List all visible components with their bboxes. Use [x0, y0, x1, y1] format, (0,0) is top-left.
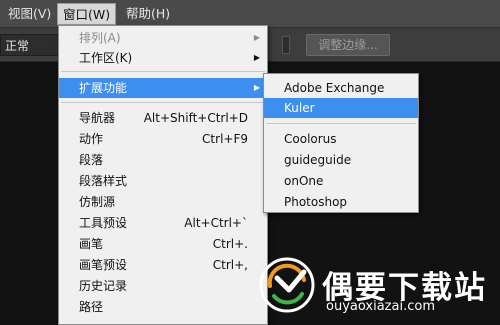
menu-separator	[61, 102, 265, 103]
menu-item-label: 段落样式	[79, 174, 128, 188]
ext-item-coolorus[interactable]: Coolorus	[264, 129, 418, 149]
extensions-submenu: Adobe Exchange Kuler Coolorus guideguide…	[263, 73, 419, 213]
menu-item-paragraph[interactable]: 段落	[59, 150, 267, 170]
menu-item-tool-presets[interactable]: 工具预设 Alt+Ctrl+`	[59, 213, 267, 233]
menu-separator	[266, 123, 416, 124]
menu-view[interactable]: 视图(V)	[3, 3, 56, 25]
menu-item-label: 动作	[79, 132, 104, 146]
menu-item-paths[interactable]: 路径	[59, 297, 267, 317]
menu-item-shortcut: Ctrl+,	[212, 258, 248, 272]
menu-item-label: Kuler	[284, 101, 315, 115]
menu-item-label: 画笔预设	[79, 258, 128, 272]
menu-item-navigator[interactable]: 导航器 Alt+Shift+Ctrl+D	[59, 108, 267, 128]
menu-separator	[61, 71, 265, 72]
menu-item-label: 路径	[79, 300, 104, 314]
menu-item-actions[interactable]: 动作 Ctrl+F9	[59, 129, 267, 149]
menu-bar: 视图(V) 窗口(W) 帮助(H)	[0, 0, 500, 28]
menu-item-workspace[interactable]: 工作区(K) ▶	[59, 48, 267, 68]
menu-item-shortcut: Alt+Ctrl+`	[184, 216, 248, 230]
menu-item-label: 导航器	[79, 111, 116, 125]
menu-item-clone-source[interactable]: 仿制源	[59, 192, 267, 212]
menu-item-brush[interactable]: 画笔 Ctrl+.	[59, 234, 267, 254]
menu-item-shortcut: Ctrl+.	[212, 237, 248, 251]
menu-item-label: 历史记录	[79, 279, 128, 293]
menu-item-label: Photoshop	[284, 195, 348, 209]
menu-item-label: 仿制源	[79, 195, 116, 209]
menu-item-label: 段落	[79, 153, 104, 167]
ext-item-onone[interactable]: onOne	[264, 171, 418, 191]
menu-item-label: 工具预设	[79, 216, 128, 230]
submenu-arrow-icon: ▶	[253, 53, 260, 62]
menu-item-history[interactable]: 历史记录	[59, 276, 267, 296]
menu-item-shortcut: Alt+Shift+Ctrl+D	[143, 111, 248, 125]
menu-item-label: 排列(A)	[79, 31, 121, 45]
ext-item-adobe-exchange[interactable]: Adobe Exchange	[264, 78, 418, 98]
menu-window[interactable]: 窗口(W)	[57, 3, 117, 25]
menu-item-label: guideguide	[284, 153, 352, 167]
menu-item-label: 扩展功能	[79, 81, 128, 95]
site-logo-icon	[259, 257, 315, 313]
ext-item-guideguide[interactable]: guideguide	[264, 150, 418, 170]
window-menu: 排列(A) ▶ 工作区(K) ▶ 扩展功能 ▶ 导航器 Alt+Shift+Ct…	[58, 25, 268, 325]
menu-item-label: Coolorus	[284, 132, 337, 146]
menu-item-extensions[interactable]: 扩展功能 ▶	[59, 78, 267, 98]
refine-edge-button[interactable]: 调整边缘...	[306, 34, 390, 56]
menu-help[interactable]: 帮助(H)	[121, 3, 175, 25]
watermark-url: ouyaoxiazai.com	[326, 299, 435, 314]
menu-item-brush-presets[interactable]: 画笔预设 Ctrl+,	[59, 255, 267, 275]
menu-item-label: onOne	[284, 174, 324, 188]
options-divider	[282, 36, 290, 54]
ext-item-kuler[interactable]: Kuler	[264, 98, 418, 118]
blend-mode-select[interactable]: 正常	[0, 34, 60, 56]
menu-item-arrange[interactable]: 排列(A) ▶	[59, 28, 267, 48]
ext-item-photoshop[interactable]: Photoshop	[264, 192, 418, 212]
site-watermark: 偶要下载站 ouyaoxiazai.com	[258, 256, 500, 320]
menu-item-paragraph-styles[interactable]: 段落样式	[59, 171, 267, 191]
menu-item-shortcut: Ctrl+F9	[202, 132, 248, 146]
submenu-arrow-icon: ▶	[253, 83, 260, 92]
menu-item-label: 工作区(K)	[79, 51, 133, 65]
menu-item-label: Adobe Exchange	[284, 81, 385, 95]
menu-item-label: 画笔	[79, 237, 104, 251]
submenu-arrow-icon: ▶	[253, 33, 260, 42]
